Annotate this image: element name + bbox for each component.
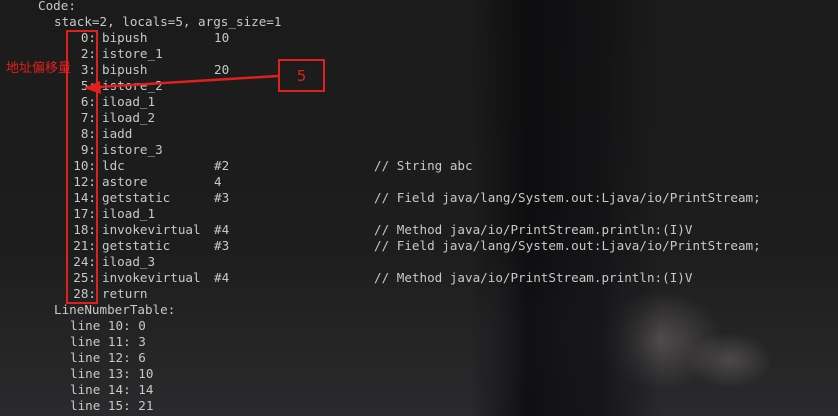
annotation-arrow-icon xyxy=(84,74,279,94)
